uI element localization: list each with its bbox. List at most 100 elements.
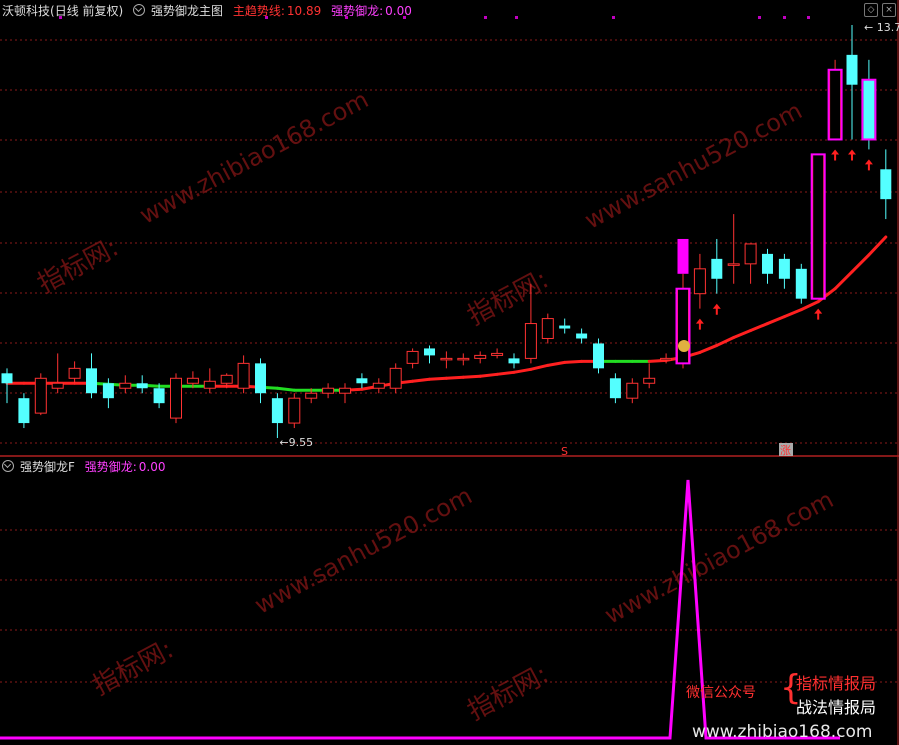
- trend-line-segment: [749, 322, 769, 333]
- signal-dot: [484, 16, 487, 19]
- trend-line-segment: [411, 377, 431, 383]
- candle-body: [491, 352, 504, 356]
- candle-body: [68, 367, 81, 379]
- candle-body: [474, 354, 487, 359]
- candle-body: [508, 358, 520, 364]
- candle-body: [271, 398, 283, 424]
- candle-body: [711, 258, 723, 279]
- candle-body: [339, 387, 351, 394]
- candle-body: [51, 382, 64, 389]
- candle-body: [829, 69, 842, 140]
- candle-body: [34, 377, 47, 414]
- s-marker: S: [561, 445, 568, 458]
- trend-line-segment: [715, 335, 736, 347]
- candle-body: [1, 373, 13, 384]
- candle-body: [170, 377, 182, 419]
- signal-dot: [345, 16, 348, 19]
- buy-arrow-icon: [814, 308, 823, 320]
- trend-line-segment: [782, 308, 803, 319]
- trend-line-segment: [833, 270, 854, 291]
- candle-body: [880, 169, 892, 200]
- trend-line-segment: [275, 386, 296, 392]
- signal-dot: [403, 16, 406, 19]
- candle-body: [524, 323, 537, 359]
- candle-body: [322, 387, 335, 394]
- candle-body: [424, 348, 435, 356]
- trend-line-segment: [867, 235, 888, 257]
- candle-body: [846, 54, 858, 85]
- trend-line-segment: [428, 376, 448, 381]
- buy-arrow-icon: [831, 149, 840, 161]
- signal-dot: [265, 16, 268, 19]
- candle-body: [406, 350, 419, 364]
- candle-body: [626, 382, 639, 399]
- wechat-account-1: 指标情报局: [796, 674, 877, 693]
- buy-arrow-icon: [864, 159, 873, 171]
- signal-dot: [758, 16, 761, 19]
- candle-body: [795, 268, 807, 299]
- z-marker: 涨: [780, 444, 791, 457]
- candle-body: [237, 362, 250, 389]
- signal-candle-fill: [677, 238, 689, 274]
- candle-body: [609, 378, 621, 399]
- candle-body: [288, 397, 301, 424]
- trend-line-segment: [698, 343, 719, 354]
- candle-body: [389, 367, 402, 389]
- trend-line-segment: [732, 329, 753, 339]
- site-url: www.zhibiao168.com: [692, 722, 873, 742]
- candle-body: [541, 318, 554, 339]
- trend-line-segment: [647, 358, 668, 363]
- candle-body: [203, 380, 216, 389]
- trend-line-segment: [799, 300, 820, 312]
- candle-body: [559, 325, 571, 329]
- candle-body: [457, 357, 470, 361]
- candle-body: [727, 263, 740, 266]
- trend-line-segment: [512, 367, 533, 374]
- trend-line-segment: [766, 315, 786, 326]
- candle-body: [86, 368, 97, 394]
- candle-body: [762, 253, 773, 274]
- candle-body: [778, 258, 790, 279]
- buy-arrow-icon: [848, 149, 856, 161]
- candle-body: [643, 377, 656, 384]
- candle-body: [693, 268, 706, 295]
- candle-body: [136, 383, 148, 389]
- candle-body: [660, 357, 673, 361]
- candle-body: [863, 79, 875, 140]
- trend-line-segment: [563, 359, 584, 364]
- candle-body: [576, 333, 588, 339]
- candle-body: [677, 288, 689, 364]
- low-label: ←9.55: [279, 436, 313, 449]
- buy-arrow-icon: [695, 318, 704, 330]
- signal-dot: [612, 16, 615, 19]
- candle-body: [255, 363, 266, 394]
- trend-line-segment: [444, 375, 465, 380]
- candle-body: [812, 153, 825, 300]
- wechat-label: 微信公众号: [686, 685, 756, 701]
- candle-body: [18, 398, 30, 424]
- trend-line-segment: [478, 372, 499, 378]
- signal-dot: [59, 16, 62, 19]
- candle-body: [220, 374, 233, 384]
- candle-body: [186, 377, 199, 384]
- signal-dot: [783, 16, 786, 19]
- candle-body: [372, 382, 385, 389]
- trend-line-segment: [546, 360, 567, 367]
- money-bag-icon: [678, 340, 690, 352]
- candle-body: [440, 357, 453, 361]
- signal-dot: [807, 16, 810, 19]
- wechat-account-2: 战法情报局: [796, 698, 877, 717]
- candle-body: [356, 378, 368, 384]
- candle-body: [593, 343, 604, 369]
- trend-line-segment: [850, 253, 871, 274]
- trend-line-segment: [461, 374, 482, 379]
- candle-body: [305, 392, 318, 399]
- chart-canvas[interactable]: ← 13.70 ←9.55 S 涨: [0, 0, 899, 745]
- trend-line-segment: [529, 363, 550, 371]
- candle-body: [102, 383, 114, 399]
- high-label: ← 13.70: [864, 21, 899, 34]
- candle-body: [153, 388, 165, 404]
- signal-dot: [515, 16, 518, 19]
- trend-line-segment: [495, 370, 516, 376]
- candle-body: [744, 243, 757, 265]
